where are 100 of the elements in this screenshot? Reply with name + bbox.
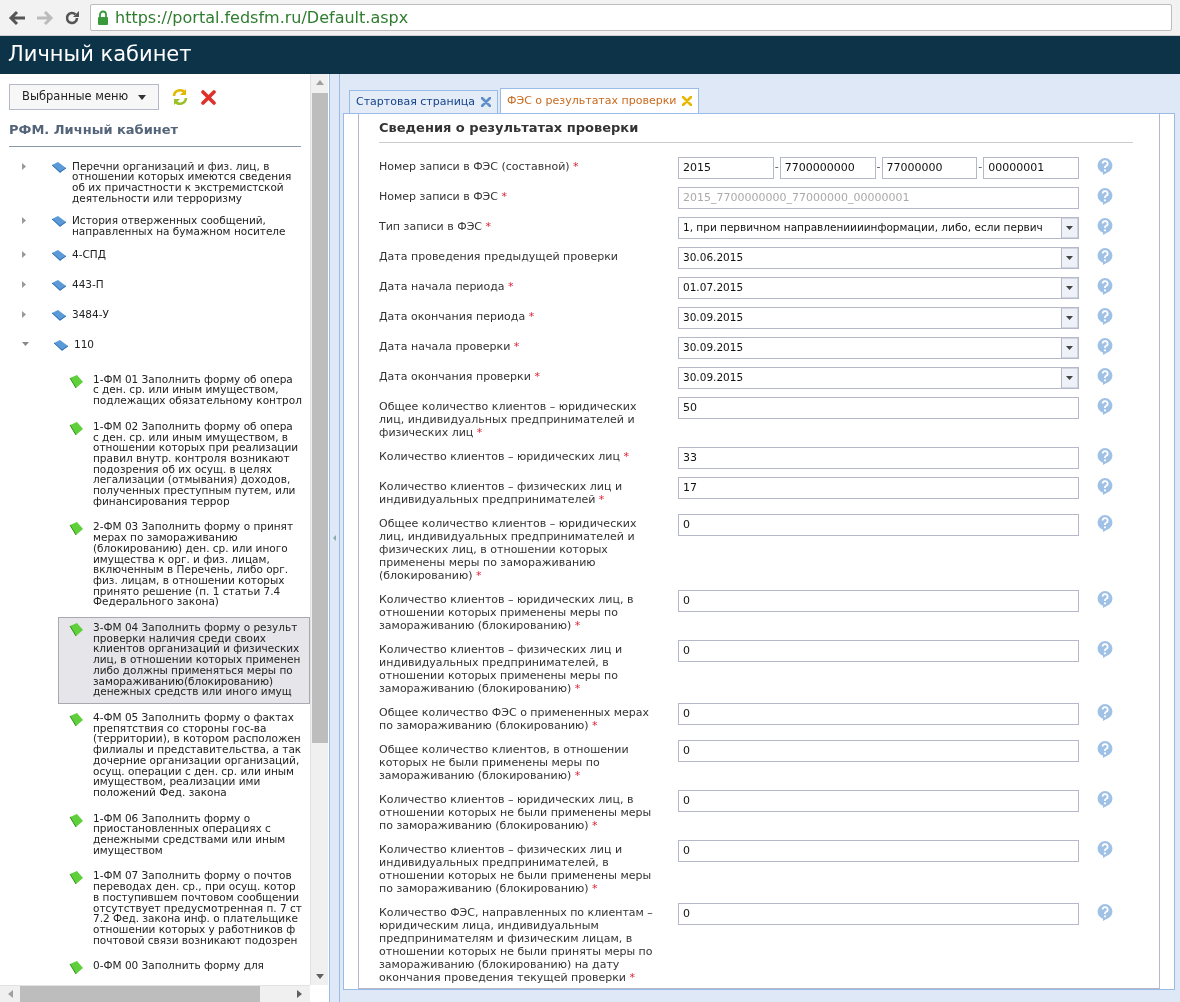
dropdown-field[interactable]: 30.09.2015 [678, 336, 1079, 359]
input-field[interactable]: 17 [678, 476, 1079, 499]
help-icon[interactable] [1097, 903, 1113, 921]
expand-arrow-icon[interactable] [22, 250, 27, 258]
dropdown-arrow-icon[interactable] [1061, 247, 1078, 268]
field-label: Общее количество ФЭС о примененных мерах по замораживанию (блокированию) * [379, 704, 651, 732]
tree-item[interactable]: 0-ФМ 00 Заполнить форму для [58, 955, 310, 982]
app-title: Личный кабинет [8, 41, 192, 69]
tab[interactable]: Стартовая страница [349, 90, 499, 113]
dropdown-arrow-icon[interactable] [1061, 337, 1078, 358]
tree-item-label: 3484-У [72, 308, 109, 320]
scroll-down-arrow-icon[interactable] [315, 974, 324, 979]
dropdown-arrow-icon[interactable] [1061, 367, 1078, 388]
help-icon[interactable] [1097, 217, 1113, 235]
input-field[interactable]: 50 [678, 396, 1079, 419]
input-field[interactable]: 00000001 [983, 156, 1079, 179]
delete-icon[interactable] [201, 89, 217, 105]
tree-item-label: 1-ФМ 07 Заполнить форму о почтов переводах ден. ср., при осущ. котор в поступившем почтовом сообщении отсутствует предусмотренная п. 7 ст 7.2 Фед. закона инф. о плательщике отношении которых у работников ф почтовой связи возникают подозрен [93, 870, 302, 946]
help-icon[interactable] [1097, 247, 1113, 265]
expand-arrow-icon[interactable] [22, 310, 27, 318]
tree-item[interactable]: 1-ФМ 01 Заполнить форму об опера с ден. ср. или иным имуществом, подлежащих обязательному контрол [58, 368, 310, 413]
tree-item-label: 4-СПД [72, 248, 106, 260]
input-field[interactable]: 2015 [678, 156, 774, 179]
favorites-menu-button[interactable]: Выбранные меню [9, 84, 160, 110]
input-field[interactable]: 0 [678, 839, 1079, 862]
dropdown-field[interactable]: 30.06.2015 [678, 246, 1079, 269]
url-text: https://portal.fedsfm.ru/Default.aspx [115, 6, 409, 29]
tree-item-label: 3-ФМ 04 Заполнить форму о результ проверки наличия среди своих клиентов организаций и физических лиц, в отношении которых применен либо должны применяться меры по замораживанию(блокированию) денежных средств или иного имущ [93, 622, 301, 697]
book-icon [51, 249, 67, 262]
field-label: Количество клиентов – юридических лиц, в отношении которых не были применены меры по замораживанию (блокированию) * [379, 791, 653, 832]
tree-item[interactable] [58, 617, 310, 704]
forward-icon[interactable] [36, 9, 54, 26]
horizontal-scrollbar[interactable] [0, 985, 310, 1002]
close-icon[interactable] [481, 97, 492, 107]
expand-arrow-icon[interactable] [22, 162, 27, 170]
address-bar[interactable]: https://portal.fedsfm.ru/Default.aspx [90, 4, 1172, 31]
dropdown-field[interactable]: 01.07.2015 [678, 276, 1079, 299]
field-label: Общее количество клиентов, в отношении которых не были применены меры по замораживанию (блокированию) * [379, 741, 630, 782]
expand-arrow-icon[interactable] [22, 217, 27, 225]
back-icon[interactable] [8, 9, 26, 26]
input-field[interactable]: 0 [678, 639, 1079, 662]
tree-item-label: 0-ФМ 00 Заполнить форму для [93, 960, 264, 972]
help-icon[interactable] [1097, 514, 1113, 532]
form-icon [69, 374, 83, 388]
form-icon [69, 522, 83, 536]
input-field[interactable]: 0 [678, 739, 1079, 762]
dropdown-field[interactable]: 30.09.2015 [678, 366, 1079, 389]
scroll-up-arrow-icon[interactable] [315, 80, 324, 85]
collapse-arrow-icon[interactable] [22, 341, 29, 347]
input-field[interactable]: 77000000 [881, 156, 978, 179]
reload-icon[interactable] [64, 9, 80, 26]
tree-item-label: 443-П [72, 278, 104, 290]
help-icon[interactable] [1097, 367, 1113, 385]
help-icon[interactable] [1097, 477, 1113, 495]
book-icon [51, 309, 67, 322]
help-icon[interactable] [1097, 277, 1113, 295]
expand-arrow-icon[interactable] [22, 280, 27, 288]
field-label: Количество ФЭС, направленных по клиентам – юридическим лица, индивидуальным предпринимателям и физическим лицам, в отношении которых не были приняты меры по замораживанию (блокированию) на дату окончания проведения текущей проверки * [379, 904, 654, 984]
field-label: Номер записи в ФЭС (составной) * [379, 158, 580, 173]
field-label: Общее количество клиентов – юридических лиц, индивидуальных предпринимателей и физических лиц, в отношении которых применены меры по замораживанию (блокированию) * [379, 515, 638, 582]
help-icon[interactable] [1097, 790, 1113, 808]
help-icon[interactable] [1097, 740, 1113, 758]
tree-item-label: 1-ФМ 02 Заполнить форму об опера с ден. ср. или иным имуществом, в отношении которых при реализации правил внутр. контроля возникают подозрения об их осущ. в целях легализации (отмывания) доходов, полученных преступным путем, или финансирования террор [93, 420, 299, 507]
input-field[interactable]: 0 [678, 589, 1079, 612]
input-field[interactable]: 0 [678, 902, 1079, 925]
input-field[interactable]: 33 [678, 446, 1079, 469]
tree-item-label: Перечни организаций и физ. лиц, в отношении которых имеются сведения об их причастности к экстремистской деятельности или терроризму [72, 160, 292, 204]
field-label: Тип записи в ФЭС * [379, 218, 492, 233]
input-field[interactable]: 7700000000 [779, 156, 876, 179]
tree-item[interactable]: 1-ФМ 06 Заполнить форму о приостановленных операциях с денежными средствами или иным имуществом [58, 807, 310, 863]
splitter[interactable] [330, 74, 340, 1002]
refresh-icon[interactable] [171, 88, 190, 106]
field-label: Дата окончания периода * [379, 308, 536, 323]
scroll-left-arrow-icon[interactable] [8, 990, 13, 998]
vertical-scrollbar[interactable] [310, 74, 328, 985]
help-icon[interactable] [1097, 307, 1113, 325]
input-field[interactable]: 0 [678, 789, 1079, 812]
help-icon[interactable] [1097, 640, 1113, 658]
help-icon[interactable] [1097, 187, 1113, 205]
lock-icon [97, 10, 109, 25]
help-icon[interactable] [1097, 397, 1113, 415]
dropdown-arrow-icon[interactable] [1061, 217, 1078, 238]
help-icon[interactable] [1097, 447, 1113, 465]
dropdown-field[interactable]: 1, при первичном направлениииинформации, либо, если первич [678, 216, 1079, 239]
tab[interactable]: ФЭС о результатах проверки [500, 88, 700, 113]
dropdown-arrow-icon[interactable] [1061, 307, 1078, 328]
book-icon [53, 339, 69, 352]
help-icon[interactable] [1097, 337, 1113, 355]
help-icon[interactable] [1097, 840, 1113, 858]
help-icon[interactable] [1097, 157, 1113, 175]
close-icon[interactable] [682, 96, 693, 106]
tree-item-label: 110 [74, 338, 95, 350]
help-icon[interactable] [1097, 703, 1113, 721]
input-field[interactable]: 0 [678, 513, 1079, 536]
dropdown-field[interactable]: 30.09.2015 [678, 306, 1079, 329]
scroll-right-arrow-icon[interactable] [297, 990, 302, 998]
dropdown-arrow-icon[interactable] [1061, 277, 1078, 298]
help-icon[interactable] [1097, 590, 1113, 608]
collapse-arrow-icon[interactable] [333, 535, 336, 541]
input-field[interactable]: 0 [678, 702, 1079, 725]
